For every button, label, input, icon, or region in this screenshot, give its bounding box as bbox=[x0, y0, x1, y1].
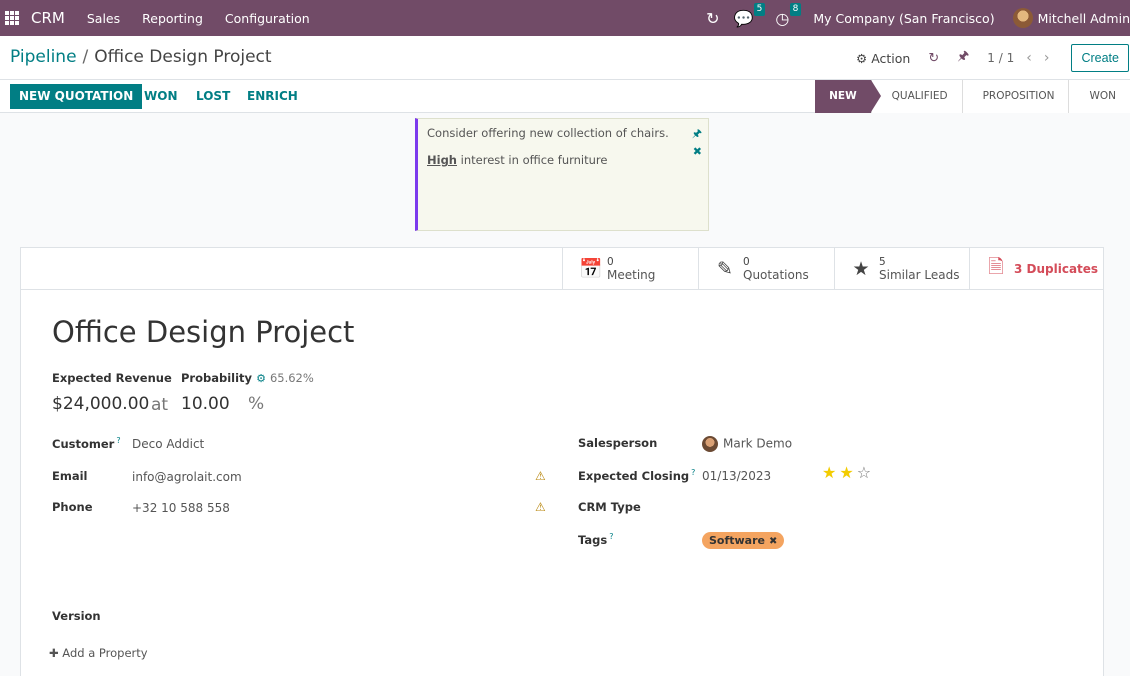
form-sheet: 📅 0 Meeting ✎ 0 Quotations ★ 5 Similar Lead… bbox=[20, 247, 1104, 676]
meeting-smart-button[interactable]: 📅 0 Meeting bbox=[562, 248, 698, 289]
breadcrumb: Pipeline / Office Design Project bbox=[10, 47, 272, 67]
note-line-2: High interest in office furniture bbox=[427, 153, 608, 167]
lost-button[interactable]: LOST bbox=[196, 84, 230, 109]
customer-label: Customer? bbox=[52, 436, 121, 451]
stage-proposition[interactable]: PROPOSITION bbox=[961, 80, 1069, 113]
gear-icon[interactable]: ⚙ bbox=[256, 372, 266, 385]
won-button[interactable]: WON bbox=[144, 84, 177, 109]
warning-icon: ⚠ bbox=[535, 500, 546, 514]
priority-stars: ★★☆ bbox=[822, 463, 874, 482]
priority-star-1-icon[interactable]: ★ bbox=[822, 463, 839, 482]
tag-software[interactable]: Software ✖ bbox=[702, 532, 785, 549]
help-icon[interactable]: ? bbox=[609, 532, 613, 541]
priority-star-3-icon[interactable]: ☆ bbox=[857, 463, 874, 482]
expected-revenue-input[interactable]: $24,000.00 bbox=[52, 394, 149, 414]
refresh-icon[interactable]: ↻ bbox=[928, 51, 939, 66]
probability-input[interactable]: 10.00 bbox=[181, 394, 230, 414]
stage-won[interactable]: WON bbox=[1068, 80, 1130, 113]
note-link-high[interactable]: High bbox=[427, 153, 457, 167]
pin-icon[interactable]: 🖈 bbox=[692, 125, 702, 144]
create-button[interactable]: Create bbox=[1071, 44, 1129, 72]
control-panel: Pipeline / Office Design Project ⚙ Action … bbox=[0, 36, 1130, 80]
quotations-smart-button[interactable]: ✎ 0 Quotations bbox=[698, 248, 834, 289]
star-icon: ★ bbox=[852, 257, 870, 280]
top-navbar: CRM Sales Reporting Configuration ↻ 💬 5 ◷… bbox=[0, 0, 1130, 36]
plus-icon: ✚ bbox=[49, 646, 59, 660]
priority-star-2-icon[interactable]: ★ bbox=[839, 463, 856, 482]
messages-badge: 5 bbox=[753, 2, 766, 16]
gear-icon: ⚙ bbox=[856, 50, 868, 66]
similar-leads-smart-button[interactable]: ★ 5 Similar Leads bbox=[834, 248, 969, 289]
close-icon[interactable]: ✖ bbox=[693, 145, 702, 158]
probability-automated-value: 65.62% bbox=[269, 371, 314, 385]
salesperson-field[interactable]: Mark Demo bbox=[702, 436, 792, 452]
menu-configuration[interactable]: Configuration bbox=[225, 11, 310, 26]
warning-icon: ⚠ bbox=[535, 469, 546, 483]
activities-clock-icon[interactable]: ◷ 8 bbox=[775, 2, 802, 28]
expected-revenue-label: Expected Revenue bbox=[52, 371, 172, 385]
edit-icon: ✎ bbox=[717, 257, 733, 280]
action-menu-button[interactable]: ⚙ Action bbox=[856, 51, 910, 66]
menu-reporting[interactable]: Reporting bbox=[142, 11, 203, 26]
sticky-note[interactable]: Consider offering new collection of chai… bbox=[415, 118, 709, 231]
pager-value[interactable]: 1 / 1 bbox=[987, 51, 1014, 65]
user-menu[interactable]: Mitchell Admin bbox=[1038, 11, 1130, 26]
customer-field[interactable]: Deco Addict bbox=[132, 437, 204, 451]
enrich-button[interactable]: ENRICH bbox=[247, 84, 298, 109]
email-label: Email bbox=[52, 469, 88, 483]
pager-next-icon[interactable]: › bbox=[1044, 50, 1050, 66]
crm-type-label: CRM Type bbox=[578, 500, 641, 514]
expected-closing-field[interactable]: 01/13/2023 bbox=[702, 469, 771, 483]
tags-label: Tags? bbox=[578, 532, 614, 547]
messages-icon[interactable]: 💬 5 bbox=[733, 2, 766, 28]
percent-sign: % bbox=[248, 394, 265, 414]
stage-qualified[interactable]: QUALIFIED bbox=[870, 80, 962, 113]
probability-label: Probability ⚙ 65.62% bbox=[181, 371, 314, 385]
new-quotation-button[interactable]: NEW QUOTATION bbox=[10, 84, 143, 109]
stage-pipeline: NEW QUALIFIED PROPOSITION WON bbox=[815, 80, 1130, 113]
email-field[interactable]: info@agrolait.com bbox=[132, 470, 242, 484]
duplicates-smart-button[interactable]: 🗎 3 Duplicates bbox=[969, 248, 1103, 289]
calendar-icon: 📅 bbox=[579, 258, 603, 280]
version-label: Version bbox=[52, 609, 101, 623]
refresh-icon[interactable]: ↻ bbox=[706, 9, 719, 28]
statusbar: NEW QUOTATION WON LOST ENRICH NEW QUALIF… bbox=[0, 80, 1130, 113]
add-property-button[interactable]: ✚ Add a Property bbox=[49, 646, 148, 660]
note-line-1: Consider offering new collection of chai… bbox=[427, 126, 669, 140]
app-brand[interactable]: CRM bbox=[31, 9, 65, 27]
breadcrumb-separator: / bbox=[82, 47, 89, 67]
phone-label: Phone bbox=[52, 500, 93, 514]
smart-buttons: 📅 0 Meeting ✎ 0 Quotations ★ 5 Similar Lead… bbox=[21, 248, 1103, 290]
avatar bbox=[702, 436, 718, 452]
record-title[interactable]: Office Design Project bbox=[52, 315, 354, 349]
pin-icon[interactable]: 🖈 bbox=[957, 47, 969, 69]
apps-menu-icon[interactable] bbox=[5, 11, 19, 25]
phone-field[interactable]: +32 10 588 558 bbox=[132, 501, 230, 515]
pager-previous-icon[interactable]: ‹ bbox=[1026, 50, 1032, 66]
user-avatar[interactable] bbox=[1012, 8, 1033, 28]
file-icon: 🗎 bbox=[988, 255, 1004, 278]
activities-badge: 8 bbox=[789, 2, 802, 16]
help-icon[interactable]: ? bbox=[116, 436, 120, 445]
close-icon[interactable]: ✖ bbox=[769, 536, 777, 547]
expected-closing-label: Expected Closing? bbox=[578, 468, 696, 483]
salesperson-label: Salesperson bbox=[578, 436, 658, 450]
company-switcher[interactable]: My Company (San Francisco) bbox=[813, 11, 994, 26]
at-text: at bbox=[151, 395, 169, 415]
help-icon[interactable]: ? bbox=[691, 468, 695, 477]
stage-new[interactable]: NEW bbox=[815, 80, 881, 113]
menu-sales[interactable]: Sales bbox=[87, 11, 120, 26]
breadcrumb-pipeline[interactable]: Pipeline bbox=[10, 47, 77, 67]
breadcrumb-current: Office Design Project bbox=[94, 47, 272, 67]
